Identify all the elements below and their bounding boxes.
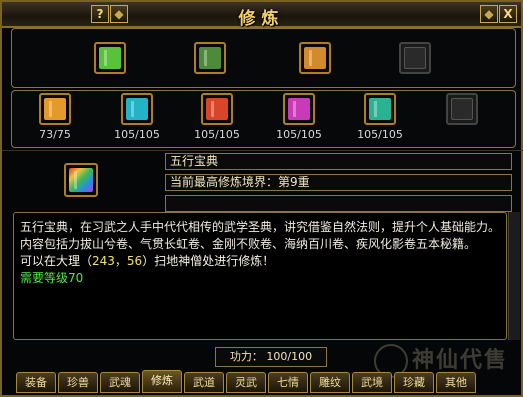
book-cyan-icon <box>126 98 148 120</box>
tab-other[interactable]: 其他 <box>436 372 476 393</box>
power-display: 功力： 100/100 <box>215 347 327 367</box>
book-count: 105/105 <box>276 128 322 141</box>
tab-martial-soul[interactable]: 武魂 <box>100 372 140 393</box>
tab-cultivation[interactable]: 修炼 <box>142 370 182 393</box>
description-text: 五行宝典，在习武之人手中代代相传的武学圣典，讲究借鉴自然法则，提升个人基础能力。… <box>20 220 501 251</box>
book-count: 73/75 <box>39 128 71 141</box>
book-magenta-icon <box>288 98 310 120</box>
window-title: 修炼 <box>238 9 285 29</box>
title-ornament-right: ◆ <box>480 5 498 23</box>
book-row-top <box>11 28 516 88</box>
training-location: 可以在大理（243，56）扫地神僧处进行修炼！ <box>20 253 500 270</box>
realm-level: 当前最高修炼境界：第9重 <box>165 174 512 191</box>
description-scrollbar[interactable] <box>508 212 520 340</box>
book-rainbow-icon <box>69 168 93 192</box>
empty-slot-icon <box>451 98 473 120</box>
tab-equipment[interactable]: 装备 <box>16 372 56 393</box>
tab-spirit-weapon[interactable]: 灵武 <box>226 372 266 393</box>
location-suffix: ）扫地神僧处进行修炼！ <box>142 254 275 268</box>
extra-info <box>165 195 512 212</box>
book-slot[interactable] <box>121 93 153 125</box>
book-slot[interactable] <box>194 42 226 74</box>
book-gold-stack-icon <box>304 47 326 69</box>
tab-engraving[interactable]: 雕纹 <box>310 372 350 393</box>
tab-pets[interactable]: 珍兽 <box>58 372 98 393</box>
book-count: 105/105 <box>114 128 160 141</box>
selected-book-slot[interactable] <box>64 163 98 197</box>
book-green-gold-icon <box>99 47 121 69</box>
tab-seven-emotions[interactable]: 七情 <box>268 372 308 393</box>
book-count: 105/105 <box>357 128 403 141</box>
book-name: 五行宝典 <box>165 153 512 170</box>
book-red-icon <box>206 98 228 120</box>
book-bundle-icon <box>199 47 221 69</box>
tab-collection[interactable]: 珍藏 <box>394 372 434 393</box>
empty-book-slot[interactable] <box>446 93 478 125</box>
location-coords[interactable]: 243，56 <box>92 254 142 268</box>
divider <box>2 150 523 151</box>
level-requirement: 需要等级70 <box>20 271 84 285</box>
book-count: 105/105 <box>194 128 240 141</box>
empty-slot-icon <box>404 47 426 69</box>
book-slot[interactable] <box>201 93 233 125</box>
close-button[interactable]: X <box>499 5 517 23</box>
watermark-text: 神仙代售 <box>412 348 509 373</box>
book-slot[interactable] <box>94 42 126 74</box>
empty-book-slot[interactable] <box>399 42 431 74</box>
location-prefix: 可以在大理（ <box>20 254 93 268</box>
description-box: 五行宝典，在习武之人手中代代相传的武学圣典，讲究借鉴自然法则，提升个人基础能力。… <box>13 212 507 340</box>
book-row-bottom: 73/75 105/105 105/105 105/105 105/105 <box>11 90 516 148</box>
book-slot[interactable] <box>299 42 331 74</box>
book-slot[interactable] <box>364 93 396 125</box>
tab-martial-realm[interactable]: 武境 <box>352 372 392 393</box>
title-bar[interactable]: ? ◆ 修炼 ◆ X <box>2 2 521 29</box>
power-value: 100/100 <box>266 350 313 363</box>
book-orange-icon <box>44 98 66 120</box>
power-label: 功力： <box>229 350 263 363</box>
book-slot[interactable] <box>39 93 71 125</box>
book-teal-icon <box>369 98 391 120</box>
cultivation-window: ? ◆ 修炼 ◆ X 73/75 105/105 105/105 105/105… <box>0 0 523 397</box>
book-slot[interactable] <box>283 93 315 125</box>
tab-martial-way[interactable]: 武道 <box>184 372 224 393</box>
tab-bar: 装备 珍兽 武魂 修炼 武道 灵武 七情 雕纹 武境 珍藏 其他 <box>16 370 486 393</box>
